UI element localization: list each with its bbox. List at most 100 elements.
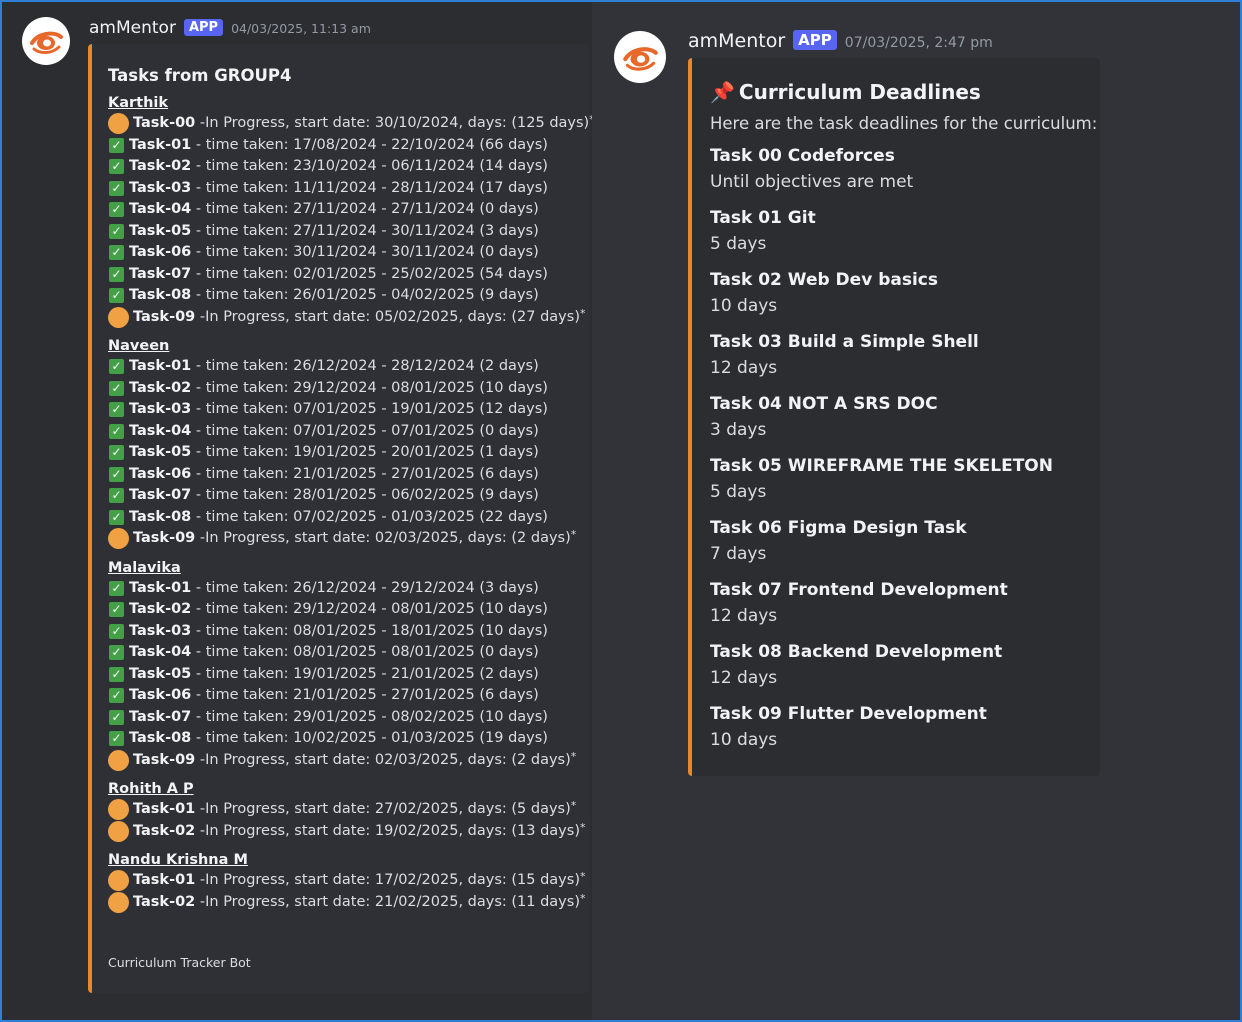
username[interactable]: amMentor [688,30,785,52]
task-detail: - time taken: 26/12/2024 - 29/12/2024 (3… [191,579,539,596]
embed-content: 📌 Curriculum Deadlines Here are the task… [710,80,1097,753]
check-icon: ✓ [109,202,124,218]
task-id: Task-03 [129,179,192,196]
check-icon: ✓ [109,245,124,261]
deadline-item: Task 04 NOT A SRS DOC 3 days [710,391,1097,443]
task-id: Task-06 [129,465,192,482]
task-line: ✓ Task-04 - time taken: 27/11/2024 - 27/1… [108,199,595,221]
task-id: Task-07 [129,708,192,725]
task-id: Task-04 [129,644,192,660]
deadlines-embed: 📌 Curriculum Deadlines Here are the task… [688,58,1100,776]
check-icon: ✓ [109,288,124,304]
deadline-duration: 10 days [710,296,778,316]
check-icon: ✓ [109,445,124,461]
task-id: Task-02 [133,822,196,839]
in-progress-circle-icon [108,870,129,892]
left-message-panel: amMentor APP 04/03/2025, 11:13 am Tasks … [0,0,595,1022]
timestamp[interactable]: 04/03/2025, 11:13 am [231,21,371,36]
deadline-task-name: Task 04 NOT A SRS DOC [710,394,938,414]
task-detail: - time taken: 19/01/2025 - 21/01/2025 (2… [191,665,539,682]
task-line: ✓ Task-01 - time taken: 26/12/2024 - 28/1… [108,356,595,378]
task-line: ✓ Task-05 - time taken: 27/11/2024 - 30/1… [108,221,595,243]
embed-description: Here are the task deadlines for the curr… [710,114,1098,133]
deadline-item: Task 00 Codeforces Until objectives are m… [710,143,1097,195]
check-icon: ✓ [109,402,124,418]
deadline-item: Task 01 Git 5 days [710,205,1097,257]
bot-avatar[interactable] [22,17,70,65]
task-line: ✓ Task-02 - time taken: 29/12/2024 - 08/0… [108,378,595,400]
in-progress-circle-icon [108,113,129,135]
task-line: ✓ Task-07 - time taken: 28/01/2025 - 06/0… [108,485,595,507]
task-detail: - time taken: 30/11/2024 - 30/11/2024 (0… [191,244,539,260]
task-line: Task-02 -In Progress, start date: 21/02/… [108,892,595,914]
deadline-task-name: Task 02 Web Dev basics [710,270,938,290]
in-progress-circle-icon [108,799,129,821]
deadline-task-name: Task 07 Frontend Development [710,580,1008,600]
task-line: ✓ Task-03 - time taken: 11/11/2024 - 28/1… [108,178,595,200]
check-icon: ✓ [109,510,124,525]
task-id: Task-02 [129,379,192,396]
task-id: Task-09 [133,751,196,768]
task-id: Task-02 [129,601,192,617]
task-id: Task-06 [129,244,192,260]
task-id: Task-00 [133,115,196,131]
task-detail: - time taken: 23/10/2024 - 06/11/2024 (1… [191,158,548,174]
check-icon: ✓ [109,667,124,682]
asterisk-icon: * [570,528,577,541]
deadline-item: Task 07 Frontend Development 12 days [710,577,1097,629]
task-id: Task-07 [129,487,192,503]
task-line: ✓ Task-03 - time taken: 08/01/2025 - 18/0… [108,621,595,643]
task-id: Task-05 [129,444,192,460]
check-icon: ✓ [109,602,124,618]
in-progress-circle-icon [108,306,129,328]
task-id: Task-01 [129,579,192,596]
task-detail: - time taken: 27/11/2024 - 27/11/2024 (0… [191,201,539,217]
asterisk-icon: * [579,820,586,834]
ammentor-logo-icon [623,47,658,71]
deadline-duration: 5 days [710,234,767,254]
deadline-item: Task 02 Web Dev basics 10 days [710,267,1097,319]
task-detail: - time taken: 27/11/2024 - 30/11/2024 (3… [191,222,539,239]
task-detail: -In Progress, start date: 27/02/2025, da… [195,801,571,817]
in-progress-circle-icon [108,820,129,842]
task-id: Task-06 [129,687,192,703]
check-icon: ✓ [109,645,124,661]
task-detail: - time taken: 21/01/2025 - 27/01/2025 (6… [191,465,539,482]
task-id: Task-05 [129,222,192,239]
task-id: Task-01 [133,801,196,817]
task-line: ✓ Task-05 - time taken: 19/01/2025 - 21/0… [108,664,595,686]
task-line: ✓ Task-02 - time taken: 29/12/2024 - 08/0… [108,599,595,621]
task-line: Task-02 -In Progress, start date: 19/02/… [108,821,595,843]
task-detail: - time taken: 21/01/2025 - 27/01/2025 (6… [191,687,539,703]
task-line: ✓ Task-01 - time taken: 17/08/2024 - 22/1… [108,135,595,157]
embed-title: 📌 Curriculum Deadlines [710,80,1097,104]
deadline-item: Task 05 WIREFRAME THE SKELETON 5 days [710,453,1097,505]
username[interactable]: amMentor [89,18,176,38]
task-line: ✓ Task-04 - time taken: 07/01/2025 - 07/0… [108,421,595,443]
check-icon: ✓ [109,624,124,639]
deadline-item: Task 09 Flutter Development 10 days [710,701,1097,753]
deadline-item: Task 03 Build a Simple Shell 12 days [710,329,1097,381]
task-detail: - time taken: 08/01/2025 - 18/01/2025 (1… [191,622,548,639]
task-detail: - time taken: 07/01/2025 - 07/01/2025 (0… [191,422,539,439]
bot-avatar[interactable] [614,31,666,83]
check-icon: ✓ [109,424,124,439]
deadline-duration: 12 days [710,668,778,688]
task-line: Task-09 -In Progress, start date: 05/02/… [108,307,595,329]
check-icon: ✓ [109,224,124,239]
task-detail: -In Progress, start date: 02/03/2025, da… [195,751,571,768]
task-detail: - time taken: 17/08/2024 - 22/10/2024 (6… [191,136,548,153]
deadline-task-name: Task 00 Codeforces [710,146,895,166]
task-detail: - time taken: 07/01/2025 - 19/01/2025 (1… [191,401,548,417]
task-detail: -In Progress, start date: 02/03/2025, da… [195,530,571,546]
member-name: Rohith A P [108,781,194,797]
task-line: ✓ Task-08 - time taken: 26/01/2025 - 04/0… [108,285,595,307]
embed-title-text: Curriculum Deadlines [738,80,981,104]
deadline-task-name: Task 08 Backend Development [710,642,1003,662]
member-name: Karthik [108,95,169,111]
timestamp[interactable]: 07/03/2025, 2:47 pm [845,35,993,51]
deadline-duration: 7 days [710,544,767,564]
deadline-task-name: Task 05 WIREFRAME THE SKELETON [710,456,1053,476]
app-badge: APP [183,19,224,36]
task-id: Task-02 [133,893,196,910]
